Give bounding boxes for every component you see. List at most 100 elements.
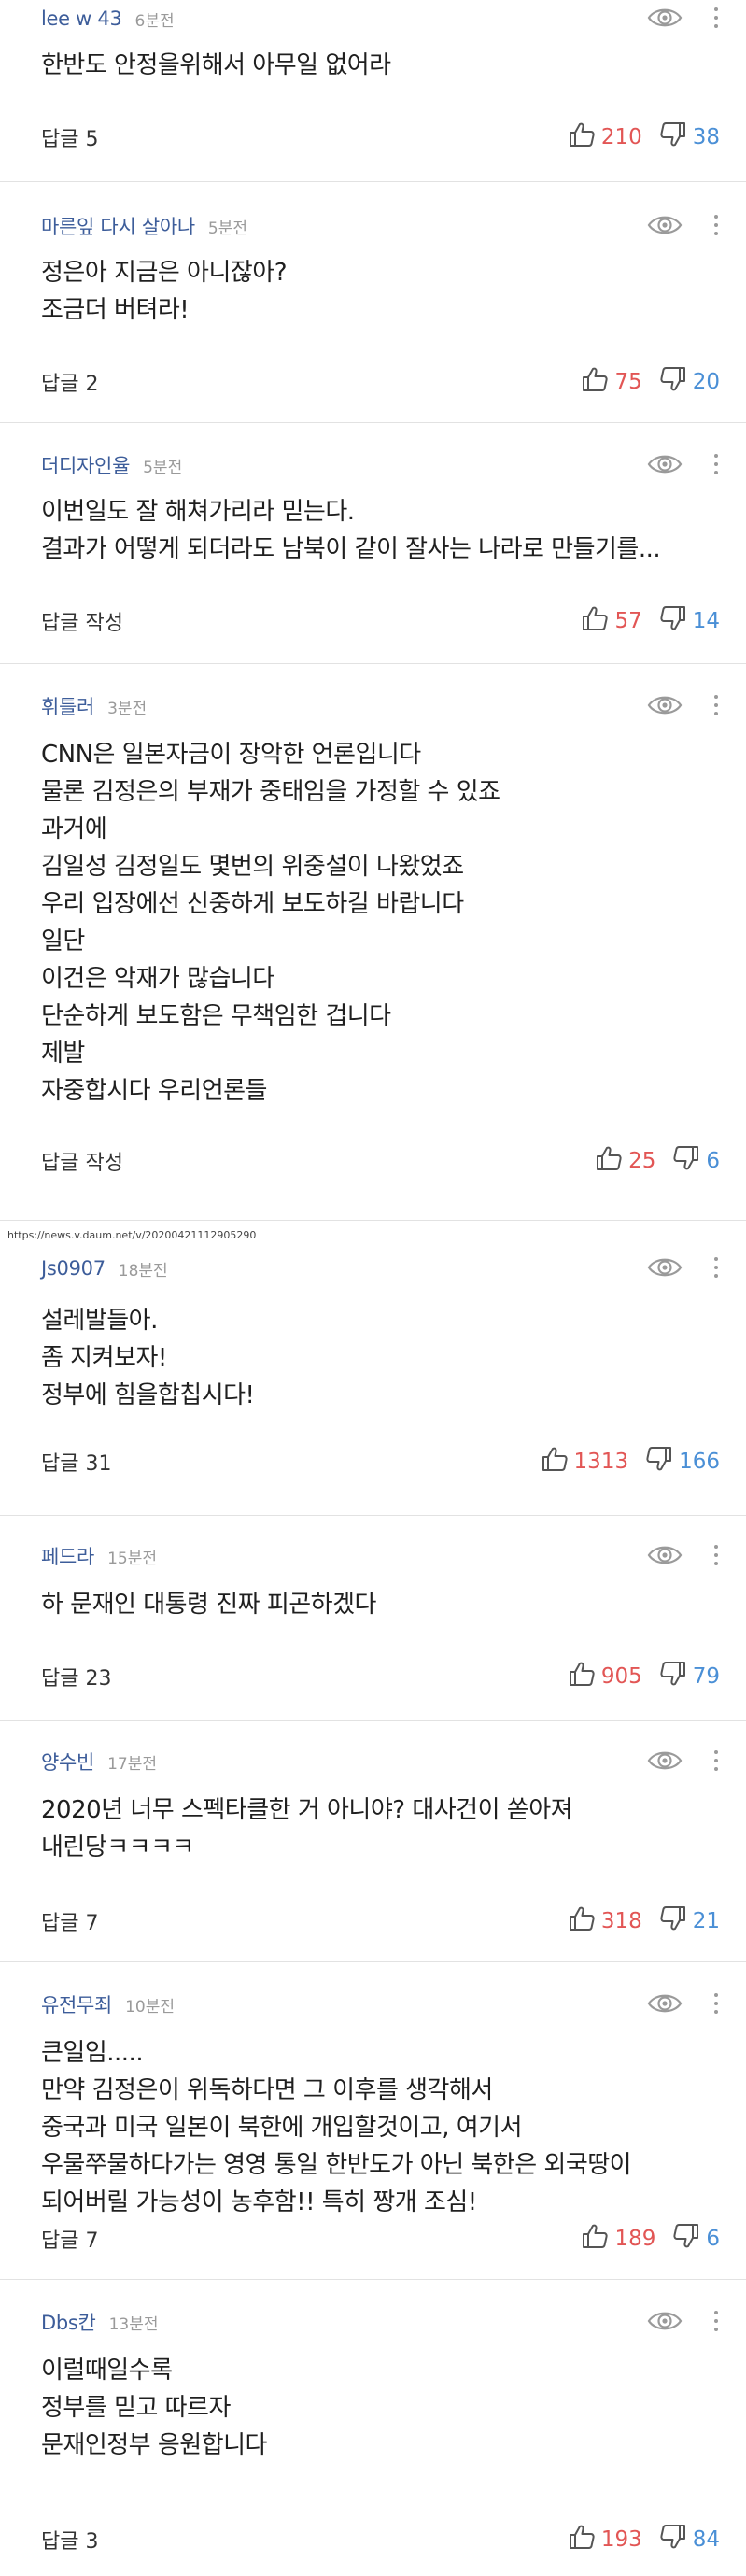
reply-button[interactable]: 답글 2	[41, 367, 98, 397]
comment-line: 정부를 믿고 따르자	[41, 2394, 231, 2422]
comment-line: 우물쭈물하다가는 영영 통일 한반도가 아닌 북한은 외국땅이	[41, 2151, 632, 2179]
more-options-icon[interactable]	[712, 695, 720, 719]
comment-line: 결과가 어떻게 되더라도 남북이 같이 잘사는 나라로 만들기를...	[41, 535, 661, 563]
like-count: 210	[600, 125, 642, 149]
comment-username[interactable]: lee w 43	[41, 7, 122, 30]
comment-footer: 답글 23 905 79	[41, 1661, 720, 1692]
thumbs-down-icon	[659, 365, 693, 399]
comment-meta: lee w 43 6분전	[41, 4, 175, 34]
comment-timestamp: 3분전	[107, 699, 148, 718]
comment-username[interactable]: 페드라	[41, 1542, 94, 1570]
more-options-icon[interactable]	[712, 215, 720, 239]
dislike-button[interactable]: 14	[659, 604, 720, 638]
eye-icon[interactable]	[647, 1991, 683, 2016]
eye-icon[interactable]	[647, 6, 683, 30]
eye-icon[interactable]	[647, 693, 683, 717]
reply-button[interactable]: 답글 7	[41, 1906, 98, 1936]
more-options-icon[interactable]	[712, 1545, 720, 1569]
dislike-button[interactable]: 79	[659, 1660, 720, 1693]
like-button[interactable]: 193	[568, 2523, 642, 2556]
comment-username[interactable]: 양수빈	[41, 1748, 94, 1776]
comment-meta: Js0907 18분전	[41, 1253, 168, 1283]
like-button[interactable]: 318	[568, 1904, 642, 1938]
reply-button[interactable]: 답글 7	[41, 2224, 98, 2254]
comment-username[interactable]: 유전무죄	[41, 1990, 112, 2018]
more-options-icon[interactable]	[712, 1257, 720, 1281]
comment-meta: 유전무죄 10분전	[41, 1989, 175, 2019]
reply-button[interactable]: 답글 31	[41, 1447, 111, 1477]
comment-timestamp: 18분전	[118, 1261, 168, 1281]
more-options-icon[interactable]	[712, 454, 720, 478]
like-button[interactable]: 75	[581, 365, 642, 399]
comment-line: 정은아 지금은 아니잖아?	[41, 259, 288, 287]
dislike-count: 6	[706, 1149, 720, 1173]
eye-icon[interactable]	[647, 1543, 683, 1567]
vote-group: 57 14	[581, 604, 720, 638]
dislike-button[interactable]: 166	[645, 1445, 720, 1479]
comment-username[interactable]: 더디자인율	[41, 451, 130, 479]
comment-footer: 답글 7 189 6	[41, 2223, 720, 2255]
reply-button[interactable]: 답글 작성	[41, 1146, 123, 1176]
comment-timestamp: 13분전	[108, 2314, 159, 2334]
comment-footer: 답글 작성 25 6	[41, 1145, 720, 1177]
comment-line: 한반도 안정을위해서 아무일 없어라	[41, 51, 391, 79]
comment-line: 하 문재인 대통령 진짜 피곤하겠다	[41, 1591, 376, 1619]
more-options-icon[interactable]	[712, 2311, 720, 2335]
dislike-count: 6	[706, 2227, 720, 2251]
comment-text: 2020년 너무 스펙타클한 거 아니야? 대사건이 쏟아져 내린당ㅋㅋㅋㅋ	[41, 1791, 573, 1866]
comment-line: 좀 지켜보자!	[41, 1344, 167, 1372]
dislike-button[interactable]: 84	[659, 2523, 720, 2556]
thumbs-up-icon	[581, 2222, 614, 2256]
more-options-icon[interactable]	[712, 1750, 720, 1775]
comment-meta: 마른잎 다시 살아나 5분전	[41, 211, 247, 241]
comment-username[interactable]: Dbs칸	[41, 2308, 96, 2336]
like-count: 189	[614, 2227, 656, 2251]
comment-text: 큰일임..... 만약 김정은이 위독하다면 그 이후를 생각해서 중국과 미국 일…	[41, 2034, 632, 2221]
dislike-button[interactable]: 21	[659, 1904, 720, 1938]
dislike-count: 79	[692, 1664, 720, 1689]
dislike-button[interactable]: 6	[672, 2222, 720, 2256]
comment-footer: 답글 작성 57 14	[41, 605, 720, 637]
vote-group: 1313 166	[541, 1445, 720, 1479]
reply-button[interactable]: 답글 23	[41, 1662, 111, 1691]
eye-icon[interactable]	[647, 2309, 683, 2333]
comment-line: 물론 김정은의 부재가 중태임을 가정할 수 있죠	[41, 778, 500, 806]
reply-button[interactable]: 답글 3	[41, 2525, 98, 2555]
like-button[interactable]: 1313	[541, 1445, 628, 1479]
eye-icon[interactable]	[647, 452, 683, 476]
comment-divider	[0, 1720, 746, 1721]
like-button[interactable]: 905	[568, 1660, 642, 1693]
more-options-icon[interactable]	[712, 1993, 720, 2017]
reply-button[interactable]: 답글 5	[41, 122, 98, 152]
comment-username[interactable]: Js0907	[41, 1257, 106, 1280]
reply-button[interactable]: 답글 작성	[41, 606, 123, 636]
eye-icon[interactable]	[647, 1255, 683, 1280]
vote-group: 25 6	[595, 1144, 720, 1178]
like-button[interactable]: 57	[581, 604, 642, 638]
more-options-icon[interactable]	[712, 7, 720, 32]
comment-timestamp: 5분전	[143, 458, 183, 477]
comment-username[interactable]: 마른잎 다시 살아나	[41, 212, 195, 240]
comment-meta: 페드라 15분전	[41, 1541, 157, 1571]
comment-line: 제발	[41, 1040, 85, 1068]
like-button[interactable]: 210	[568, 120, 642, 154]
dislike-count: 21	[692, 1909, 720, 1933]
comment-line: CNN은 일본자금이 장악한 언론입니다	[41, 741, 421, 769]
thumbs-up-icon	[595, 1144, 628, 1178]
like-count: 57	[614, 609, 642, 633]
comment-timestamp: 5분전	[207, 219, 248, 238]
dislike-button[interactable]: 6	[672, 1144, 720, 1178]
comment-footer: 답글 7 318 21	[41, 1905, 720, 1937]
like-button[interactable]: 189	[581, 2222, 655, 2256]
dislike-button[interactable]: 38	[659, 120, 720, 154]
vote-group: 210 38	[568, 120, 720, 154]
thumbs-up-icon	[541, 1445, 574, 1479]
vote-group: 193 84	[568, 2523, 720, 2556]
comment-username[interactable]: 휘틀러	[41, 692, 94, 720]
eye-icon[interactable]	[647, 1748, 683, 1773]
comment-text: CNN은 일본자금이 장악한 언론입니다물론 김정은의 부재가 중태임을 가정할…	[41, 736, 500, 1110]
like-button[interactable]: 25	[595, 1144, 655, 1178]
like-count: 193	[600, 2527, 642, 2552]
eye-icon[interactable]	[647, 213, 683, 237]
dislike-button[interactable]: 20	[659, 365, 720, 399]
